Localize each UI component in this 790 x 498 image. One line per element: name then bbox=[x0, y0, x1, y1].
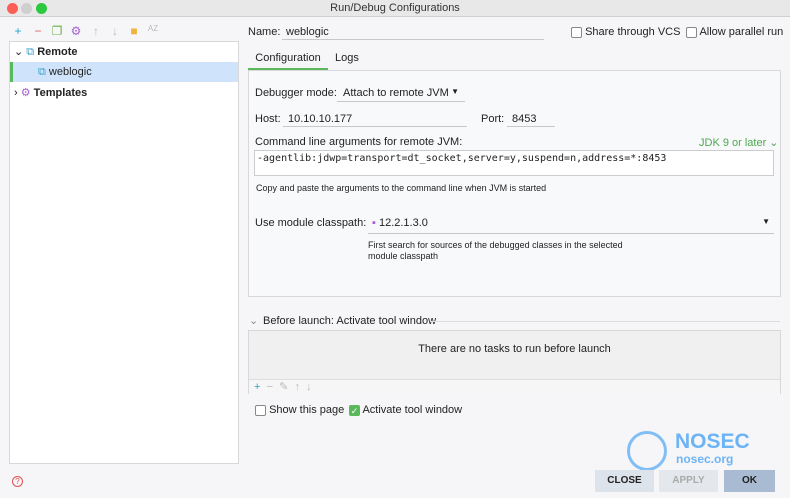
allow-parallel-checkbox[interactable]: Allow parallel run bbox=[686, 26, 783, 38]
host-input[interactable]: 10.10.10.177 bbox=[283, 108, 467, 127]
tree-item-remote[interactable]: ⌄ ⧉ Remote bbox=[10, 42, 238, 62]
select-value: Attach to remote JVM bbox=[343, 87, 449, 99]
minimize-window-button[interactable] bbox=[21, 3, 32, 14]
port-input[interactable]: 8453 bbox=[507, 108, 555, 127]
tree-label: Templates bbox=[33, 87, 88, 99]
name-label: Name: bbox=[248, 26, 281, 38]
module-hint: module classpath bbox=[368, 251, 439, 261]
module-select[interactable]: ▪ 12.2.1.3.0 ▼ bbox=[368, 213, 774, 234]
remote-icon: ⧉ bbox=[26, 46, 35, 58]
title-bar: Run/Debug Configurations bbox=[0, 0, 790, 17]
dropdown-arrow-icon: ▼ bbox=[451, 87, 459, 96]
port-label: Port: bbox=[481, 113, 505, 125]
tree-label: weblogic bbox=[48, 66, 92, 78]
copy-icon[interactable]: ❐ bbox=[50, 24, 64, 38]
zoom-window-button[interactable] bbox=[36, 3, 47, 14]
checkbox-label: Share through VCS bbox=[585, 26, 681, 38]
before-launch-list: There are no tasks to run before launch … bbox=[248, 330, 781, 394]
module-label: Use module classpath: bbox=[255, 217, 367, 229]
remove-icon[interactable]: − bbox=[267, 381, 273, 393]
chevron-right-icon[interactable]: › bbox=[14, 87, 18, 99]
gear-icon[interactable]: ⚙ bbox=[69, 24, 83, 38]
show-page-checkbox[interactable]: Show this page bbox=[255, 404, 344, 416]
close-window-button[interactable] bbox=[7, 3, 18, 14]
tree-item-templates[interactable]: › ⚙ Templates bbox=[10, 83, 238, 103]
tree-label: Remote bbox=[37, 46, 78, 58]
chevron-down-icon[interactable]: ⌄ bbox=[14, 46, 23, 58]
arrow-up-icon[interactable]: ↑ bbox=[89, 24, 103, 38]
divider bbox=[430, 321, 780, 322]
cmd-label: Command line arguments for remote JVM: bbox=[255, 136, 463, 148]
remove-icon[interactable]: − bbox=[31, 24, 45, 38]
close-button[interactable]: CLOSE bbox=[595, 470, 654, 492]
add-icon[interactable]: + bbox=[254, 381, 260, 393]
activate-tool-checkbox[interactable]: ✓ Activate tool window bbox=[349, 404, 462, 416]
nosec-logo bbox=[627, 431, 667, 471]
add-icon[interactable]: + bbox=[11, 24, 25, 38]
cmd-args-textarea[interactable]: -agentlib:jdwp=transport=dt_socket,serve… bbox=[254, 150, 774, 176]
before-launch-title: Before launch: Activate tool window bbox=[263, 315, 437, 327]
collapse-icon[interactable]: ⌄ bbox=[249, 314, 258, 327]
ok-button[interactable]: OK bbox=[724, 470, 775, 492]
debugger-mode-label: Debugger mode: bbox=[255, 87, 337, 99]
module-icon: ▪ bbox=[372, 217, 376, 229]
module-hint: First search for sources of the debugged… bbox=[368, 240, 623, 250]
edit-icon[interactable]: ✎ bbox=[279, 381, 288, 393]
dropdown-arrow-icon: ▼ bbox=[762, 217, 770, 226]
window-title: Run/Debug Configurations bbox=[330, 2, 460, 14]
host-label: Host: bbox=[255, 113, 281, 125]
folder-add-icon[interactable]: ■ bbox=[127, 24, 141, 38]
watermark-site: nosec.org bbox=[676, 452, 734, 466]
debugger-mode-select[interactable]: Attach to remote JVM ▼ bbox=[337, 82, 465, 102]
arrow-down-icon[interactable]: ↓ bbox=[306, 381, 312, 393]
arrow-down-icon[interactable]: ↓ bbox=[108, 24, 122, 38]
checkbox-label: Activate tool window bbox=[362, 404, 463, 416]
config-tree: ⌄ ⧉ Remote ⧉ weblogic › ⚙ Templates bbox=[9, 41, 239, 464]
help-icon[interactable]: ? bbox=[12, 476, 23, 487]
tab-configuration[interactable]: Configuration bbox=[248, 48, 328, 70]
jdk-version-link[interactable]: JDK 9 or later ⌄ bbox=[699, 136, 779, 149]
checkbox-label: Allow parallel run bbox=[699, 26, 784, 38]
sort-az-icon[interactable]: AZ bbox=[146, 24, 160, 33]
tab-logs[interactable]: Logs bbox=[335, 48, 359, 70]
apply-button[interactable]: APPLY bbox=[659, 470, 718, 492]
name-input[interactable]: weblogic bbox=[282, 22, 544, 40]
tree-item-weblogic[interactable]: ⧉ weblogic bbox=[10, 62, 238, 82]
cmd-hint: Copy and paste the arguments to the comm… bbox=[256, 183, 547, 193]
share-vcs-checkbox[interactable]: Share through VCS bbox=[571, 26, 680, 38]
select-value: 12.2.1.3.0 bbox=[378, 217, 428, 229]
empty-message: There are no tasks to run before launch bbox=[249, 331, 780, 379]
arrow-up-icon[interactable]: ↑ bbox=[294, 381, 300, 393]
watermark-brand: NOSEC bbox=[675, 430, 750, 453]
gear-icon: ⚙ bbox=[20, 87, 31, 99]
remote-icon: ⧉ bbox=[38, 66, 46, 78]
checkbox-label: Show this page bbox=[269, 404, 345, 416]
